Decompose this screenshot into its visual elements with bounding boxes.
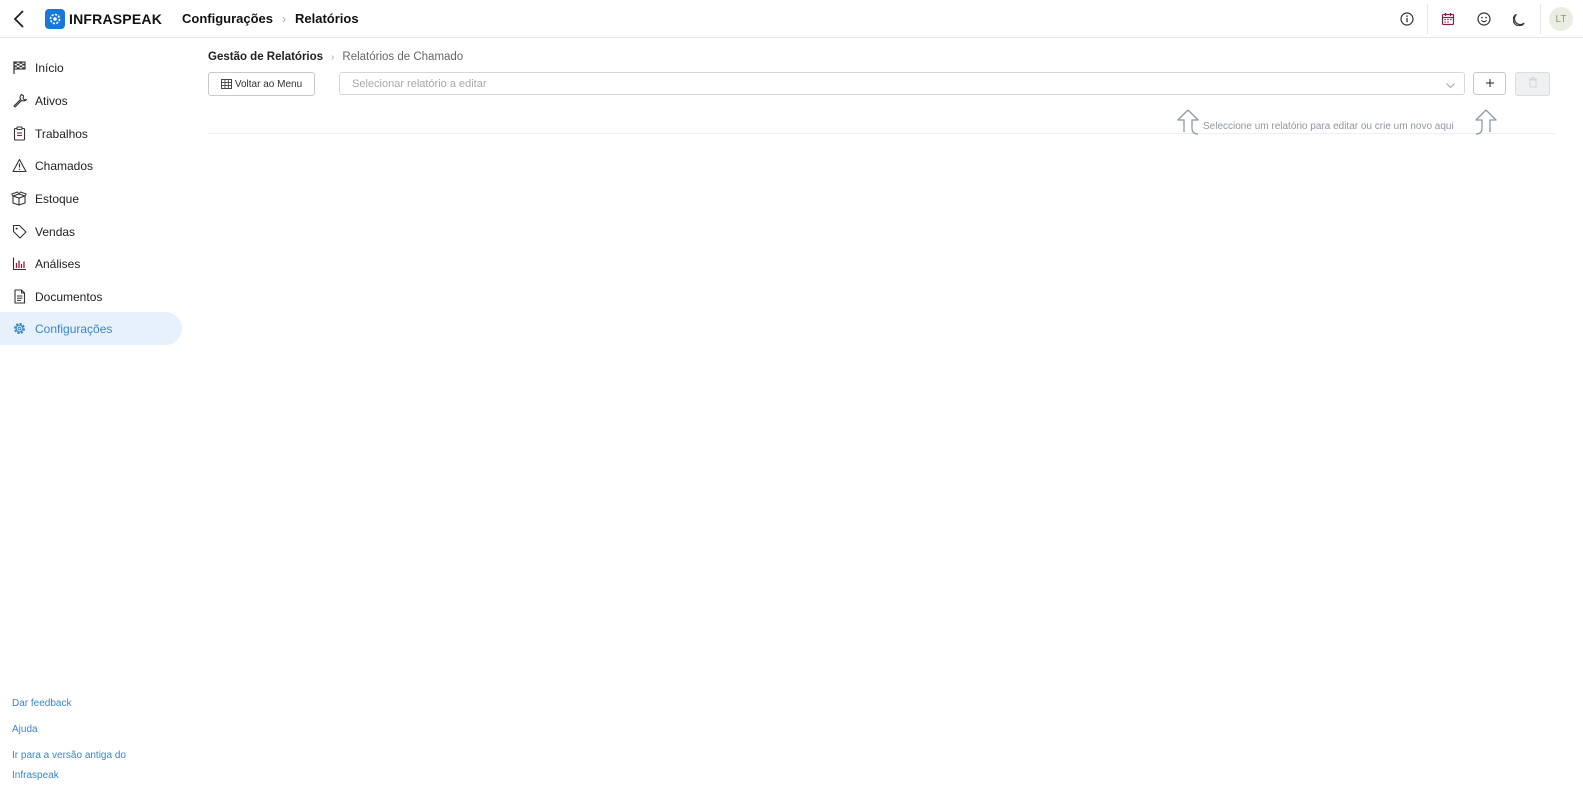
chevron-right-icon: › <box>282 11 287 26</box>
select-or-create-hint: Seleccione um relatório para editar ou c… <box>1176 108 1498 136</box>
sidebar-item-trabalhos[interactable]: Trabalhos <box>0 117 182 150</box>
breadcrumb: Gestão de Relatórios › Relatórios de Cha… <box>208 51 463 63</box>
feedback-link[interactable]: Dar feedback <box>12 694 152 714</box>
infraspeak-logo[interactable]: INFRASPEAK <box>45 8 162 30</box>
sidebar-item-label: Configurações <box>35 321 113 336</box>
sidebar-item-label: Análises <box>35 256 81 271</box>
sidebar-item-label: Ativos <box>35 93 68 108</box>
clipboard-icon <box>11 126 27 142</box>
delete-report-button[interactable] <box>1515 72 1550 96</box>
info-icon[interactable] <box>1389 0 1425 38</box>
arrow-up-icon <box>1474 108 1498 141</box>
logo-gear-icon <box>45 9 65 29</box>
bar-chart-icon <box>11 256 27 272</box>
back-arrow-icon[interactable] <box>8 8 30 30</box>
gear-icon <box>11 321 27 337</box>
divider <box>1427 4 1428 34</box>
box-icon <box>11 191 27 207</box>
table-grid-icon <box>220 79 232 89</box>
moon-icon[interactable] <box>1502 0 1538 38</box>
sidebar-item-ativos[interactable]: Ativos <box>0 84 182 117</box>
chevron-down-icon <box>1445 78 1456 96</box>
sidebar-item-inicio[interactable]: Início <box>0 51 182 84</box>
avatar[interactable]: LT <box>1549 7 1573 31</box>
sidebar-item-estoque[interactable]: Estoque <box>0 182 182 215</box>
sidebar-item-vendas[interactable]: Vendas <box>0 215 182 248</box>
flag-checkered-icon <box>11 60 27 76</box>
tag-icon <box>11 224 27 240</box>
breadcrumb-ticket-reports: Relatórios de Chamado <box>342 51 464 63</box>
sidebar-item-label: Início <box>35 60 64 75</box>
sidebar-item-label: Estoque <box>35 191 80 206</box>
old-version-link[interactable]: Ir para a versão antiga do Infraspeak <box>12 746 152 786</box>
sidebar-item-analises[interactable]: Análises <box>0 247 182 280</box>
wrench-icon <box>11 93 27 109</box>
sidebar-item-label: Trabalhos <box>35 126 88 141</box>
sidebar-item-label: Vendas <box>35 224 76 239</box>
back-to-menu-button[interactable]: Voltar ao Menu <box>208 72 315 96</box>
header-crumb-reports: Relatórios <box>295 11 359 26</box>
trash-icon <box>1528 75 1538 93</box>
header-crumb-settings[interactable]: Configurações <box>182 11 273 26</box>
document-icon <box>11 289 27 305</box>
sidebar-item-documentos[interactable]: Documentos <box>0 280 182 313</box>
top-bar: INFRASPEAK Configurações › Relatórios LT <box>0 0 1583 38</box>
report-select-placeholder: Selecionar relatório a editar <box>352 77 487 90</box>
smiley-icon[interactable] <box>1466 0 1502 38</box>
plus-icon <box>1485 75 1495 93</box>
sidebar-item-label: Documentos <box>35 289 103 304</box>
breadcrumb-report-management[interactable]: Gestão de Relatórios <box>208 51 323 63</box>
header-actions: LT <box>1389 0 1583 38</box>
divider <box>1540 4 1541 34</box>
add-report-button[interactable] <box>1473 72 1506 95</box>
calendar-icon[interactable] <box>1430 0 1466 38</box>
logo-text: INFRASPEAK <box>69 11 163 27</box>
back-to-menu-label: Voltar ao Menu <box>234 78 303 90</box>
chevron-right-icon: › <box>331 51 335 63</box>
header-breadcrumb: Configurações › Relatórios <box>182 11 359 26</box>
sidebar-item-label: Chamados <box>35 158 94 173</box>
warning-triangle-icon <box>11 158 27 174</box>
hint-text: Seleccione um relatório para editar ou c… <box>1203 121 1454 132</box>
sidebar: Início Ativos Trabalhos Chamados Estoque… <box>0 38 195 806</box>
help-link[interactable]: Ajuda <box>12 720 152 740</box>
report-select[interactable]: Selecionar relatório a editar <box>339 72 1465 95</box>
arrow-up-icon <box>1176 108 1200 141</box>
sidebar-item-chamados[interactable]: Chamados <box>0 149 182 182</box>
sidebar-item-configuracoes[interactable]: Configurações <box>0 312 182 345</box>
